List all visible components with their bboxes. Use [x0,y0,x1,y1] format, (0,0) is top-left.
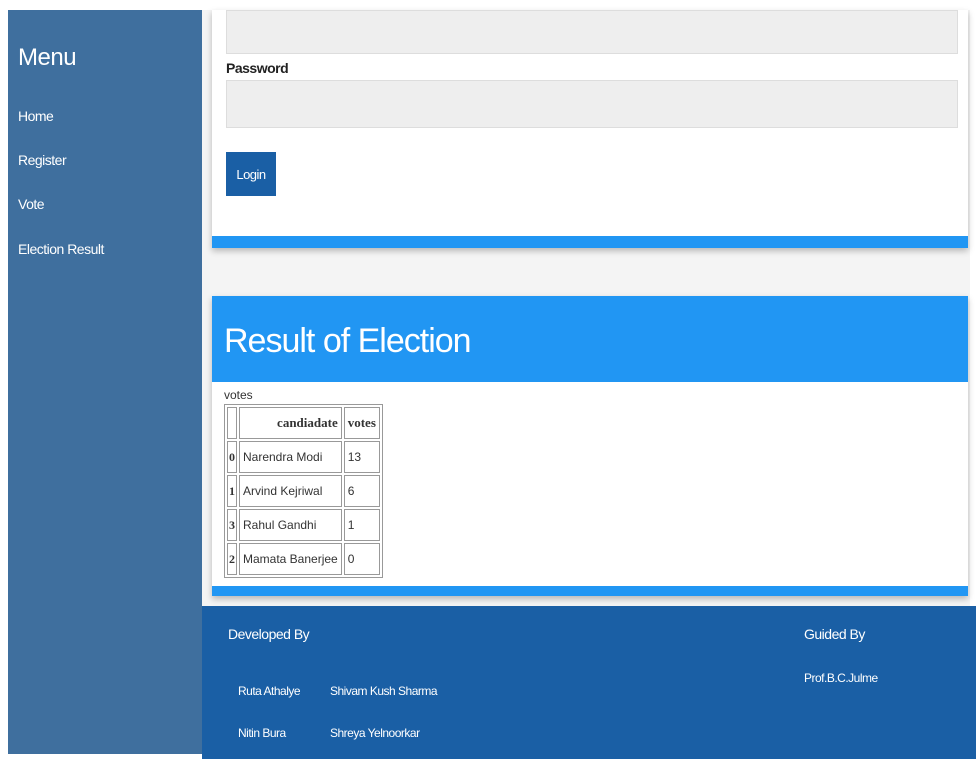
login-card: Password Login [212,10,968,248]
developer-name: Nitin Bura [238,726,286,740]
candidate-name: Arvind Kejriwal [239,475,342,507]
password-label: Password [226,60,289,76]
main-content: Password Login Result of Election votes … [202,10,970,606]
developed-by-label: Developed By [228,626,310,642]
result-title: Result of Election [224,322,472,360]
table-row: 1 Arvind Kejriwal 6 [227,475,380,507]
candidate-name: Narendra Modi [239,441,342,473]
result-header: Result of Election [212,296,968,382]
footer: Developed By Ruta Athalye Shivam Kush Sh… [202,606,976,759]
table-row: 2 Mamata Banerjee 0 [227,543,380,575]
guide-name: Prof.B.C.Julme [804,671,878,685]
result-card: Result of Election votes candiadate vote… [212,296,968,596]
developer-name: Shivam Kush Sharma [330,684,438,698]
row-index: 0 [227,441,237,473]
sidebar-item-home[interactable]: Home [18,108,54,124]
vote-count: 0 [343,543,380,575]
table-header-row: candiadate votes [227,407,380,439]
sidebar-item-election-result[interactable]: Election Result [18,241,104,257]
row-index: 2 [227,543,237,575]
username-field[interactable] [226,10,958,54]
column-header-candidate: candiadate [239,407,342,439]
login-button[interactable]: Login [226,152,276,196]
guided-by-label: Guided By [804,626,865,642]
table-caption: votes [224,388,253,402]
row-index: 1 [227,475,237,507]
sidebar-item-register[interactable]: Register [18,152,67,168]
column-header-votes: votes [343,407,380,439]
sidebar-item-vote[interactable]: Vote [18,196,45,212]
table-row: 0 Narendra Modi 13 [227,441,380,473]
sidebar: Menu Home Register Vote Election Result [8,10,202,754]
menu-title: Menu [18,44,77,71]
column-header-index [227,407,237,439]
row-index: 3 [227,509,237,541]
developer-name: Ruta Athalye [238,684,301,698]
vote-count: 6 [343,475,380,507]
candidate-name: Rahul Gandhi [239,509,342,541]
password-field[interactable] [226,80,958,128]
table-row: 3 Rahul Gandhi 1 [227,509,380,541]
candidate-name: Mamata Banerjee [239,543,342,575]
developer-name: Shreya Yelnoorkar [330,726,420,740]
vote-count: 13 [343,441,380,473]
vote-count: 1 [343,509,380,541]
results-table: candiadate votes 0 Narendra Modi 13 1 Ar… [224,404,383,578]
